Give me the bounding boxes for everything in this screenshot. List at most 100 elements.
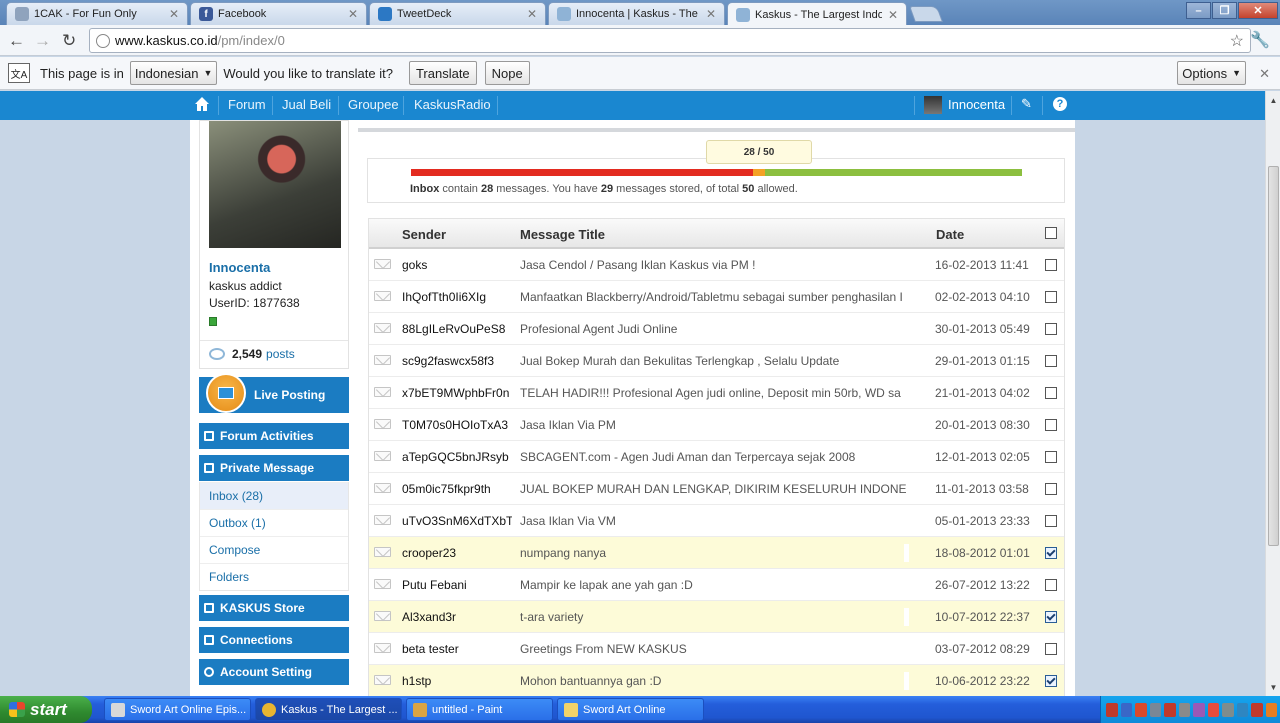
nope-button[interactable]: Nope [484, 61, 530, 85]
help-icon[interactable]: ? [1053, 97, 1067, 111]
language-select[interactable]: Indonesian ▼ [129, 61, 218, 85]
avatar[interactable] [924, 96, 942, 114]
row-checkbox[interactable] [1045, 291, 1057, 303]
row-checkbox[interactable] [1045, 547, 1057, 559]
message-title[interactable]: Jasa Cendol / Pasang Iklan Kaskus via PM… [520, 258, 910, 272]
scroll-down-icon[interactable]: ▼ [1267, 680, 1280, 694]
message-sender[interactable]: sc9g2faswcx58f3 [402, 354, 512, 368]
address-bar[interactable]: www.kaskus.co.id /pm/index/0 ☆ [89, 28, 1251, 53]
table-row[interactable]: IhQofTth0Ii6XIg Manfaatkan Blackberry/And… [369, 281, 1064, 313]
tray-icon[interactable] [1236, 702, 1248, 717]
message-sender[interactable]: uTvO3SnM6XdTXbT [402, 514, 512, 528]
row-checkbox[interactable] [1045, 355, 1057, 367]
close-icon[interactable]: ✕ [348, 7, 358, 21]
back-arrow-icon[interactable]: ← [8, 31, 25, 51]
message-title[interactable]: t-ara variety [520, 610, 910, 624]
scroll-up-icon[interactable]: ▲ [1267, 93, 1280, 107]
bookmark-star-icon[interactable]: ☆ [1230, 31, 1244, 51]
translate-button[interactable]: Translate [408, 61, 477, 85]
browser-tab[interactable]: Innocenta | Kaskus - The Larg ✕ [548, 2, 725, 25]
column-message-title[interactable]: Message Title [520, 227, 605, 242]
live-posting-button[interactable]: Live Posting [199, 373, 349, 413]
sidebar-item-outbox[interactable]: Outbox (1) [200, 509, 348, 536]
connections-button[interactable]: Connections [199, 627, 349, 653]
message-sender[interactable]: IhQofTth0Ii6XIg [402, 290, 512, 304]
row-checkbox[interactable] [1045, 579, 1057, 591]
start-button[interactable]: start [0, 696, 92, 723]
row-checkbox[interactable] [1045, 323, 1057, 335]
sidebar-item-folders[interactable]: Folders [200, 563, 348, 590]
message-title[interactable]: Profesional Agent Judi Online [520, 322, 910, 336]
browser-tab[interactable]: 1CAK - For Fun Only ✕ [6, 2, 188, 25]
taskbar-item[interactable]: untitled - Paint [406, 698, 553, 721]
close-icon[interactable]: ✕ [169, 7, 179, 21]
table-row[interactable]: Al3xand3r t-ara variety 10-07-2012 22:37 [369, 601, 1064, 633]
message-sender[interactable]: x7bET9MWphbFr0n [402, 386, 512, 400]
browser-tab[interactable]: TweetDeck ✕ [369, 2, 546, 25]
tray-icon[interactable] [1222, 702, 1234, 717]
tray-icon[interactable] [1193, 702, 1205, 717]
kaskus-store-button[interactable]: KASKUS Store [199, 595, 349, 621]
message-sender[interactable]: aTepGQC5bnJRsyb [402, 450, 512, 464]
minimize-icon[interactable]: – [1186, 2, 1211, 19]
restore-icon[interactable]: ❐ [1212, 2, 1237, 19]
tray-icon[interactable] [1178, 702, 1190, 717]
message-sender[interactable]: T0M70s0HOIoTxA3 [402, 418, 512, 432]
message-sender[interactable]: beta tester [402, 642, 512, 656]
tray-icon[interactable] [1265, 702, 1277, 717]
row-checkbox[interactable] [1045, 419, 1057, 431]
message-title[interactable]: Mampir ke lapak ane yah gan :D [520, 578, 910, 592]
nav-username[interactable]: Innocenta [948, 97, 1005, 112]
message-title[interactable]: SBCAGENT.com - Agen Judi Aman dan Terper… [520, 450, 910, 464]
nav-groupee[interactable]: Groupee [348, 97, 399, 112]
sidebar-item-inbox[interactable]: Inbox (28) [200, 482, 348, 509]
table-row[interactable]: 05m0ic75fkpr9th JUAL BOKEP MURAH DAN LENG… [369, 473, 1064, 505]
message-title[interactable]: Jasa Iklan Via VM [520, 514, 910, 528]
tray-icon[interactable] [1207, 702, 1219, 717]
row-checkbox[interactable] [1045, 259, 1057, 271]
row-checkbox[interactable] [1045, 515, 1057, 527]
row-checkbox[interactable] [1045, 483, 1057, 495]
home-icon[interactable] [194, 96, 210, 112]
message-sender[interactable]: Al3xand3r [402, 610, 512, 624]
message-sender[interactable]: 88LgILeRvOuPeS8 [402, 322, 512, 336]
close-icon[interactable]: ✕ [1259, 66, 1270, 82]
taskbar-item-active[interactable]: Kaskus - The Largest ... [255, 698, 402, 721]
message-sender[interactable]: h1stp [402, 674, 512, 688]
tray-icon[interactable] [1164, 702, 1176, 717]
message-sender[interactable]: Putu Febani [402, 578, 512, 592]
column-date[interactable]: Date [936, 227, 964, 242]
row-checkbox[interactable] [1045, 643, 1057, 655]
browser-tab-active[interactable]: Kaskus - The Largest Indones ✕ [727, 2, 907, 26]
row-checkbox[interactable] [1045, 675, 1057, 687]
close-icon[interactable]: ✕ [888, 8, 898, 22]
row-checkbox[interactable] [1045, 611, 1057, 623]
table-row[interactable]: x7bET9MWphbFr0n TELAH HADIR!!! Profesiona… [369, 377, 1064, 409]
table-row[interactable]: goks Jasa Cendol / Pasang Iklan Kaskus vi… [369, 249, 1064, 281]
table-row[interactable]: uTvO3SnM6XdTXbT Jasa Iklan Via VM 05-01-20… [369, 505, 1064, 537]
table-row[interactable]: T0M70s0HOIoTxA3 Jasa Iklan Via PM 20-01-20… [369, 409, 1064, 441]
table-row[interactable]: crooper23 numpang nanya 18-08-2012 01:01 [369, 537, 1064, 569]
wrench-icon[interactable]: 🔧 [1250, 30, 1270, 50]
sidebar-item-compose[interactable]: Compose [200, 536, 348, 563]
message-title[interactable]: Jasa Iklan Via PM [520, 418, 910, 432]
row-checkbox[interactable] [1045, 387, 1057, 399]
tray-icon[interactable] [1251, 702, 1263, 717]
private-message-button[interactable]: Private Message [199, 455, 349, 481]
row-checkbox[interactable] [1045, 451, 1057, 463]
options-select[interactable]: Options ▼ [1177, 61, 1246, 85]
account-setting-button[interactable]: Account Setting [199, 659, 349, 685]
message-sender[interactable]: 05m0ic75fkpr9th [402, 482, 512, 496]
message-title[interactable]: Mohon bantuannya gan :D [520, 674, 910, 688]
message-title[interactable]: TELAH HADIR!!! Profesional Agen judi onl… [520, 386, 910, 400]
message-title[interactable]: Jual Bokep Murah dan Bekulitas Terlengka… [520, 354, 910, 368]
window-close-icon[interactable]: ✕ [1238, 2, 1278, 19]
table-row[interactable]: beta tester Greetings From NEW KASKUS 03-0… [369, 633, 1064, 665]
nav-forum[interactable]: Forum [228, 97, 266, 112]
forum-activities-button[interactable]: Forum Activities [199, 423, 349, 449]
message-sender[interactable]: crooper23 [402, 546, 512, 560]
new-tab-button[interactable] [909, 6, 943, 22]
message-title[interactable]: Greetings From NEW KASKUS [520, 642, 910, 656]
table-row[interactable]: aTepGQC5bnJRsyb SBCAGENT.com - Agen Judi … [369, 441, 1064, 473]
nav-kaskusradio[interactable]: KaskusRadio [414, 97, 491, 112]
